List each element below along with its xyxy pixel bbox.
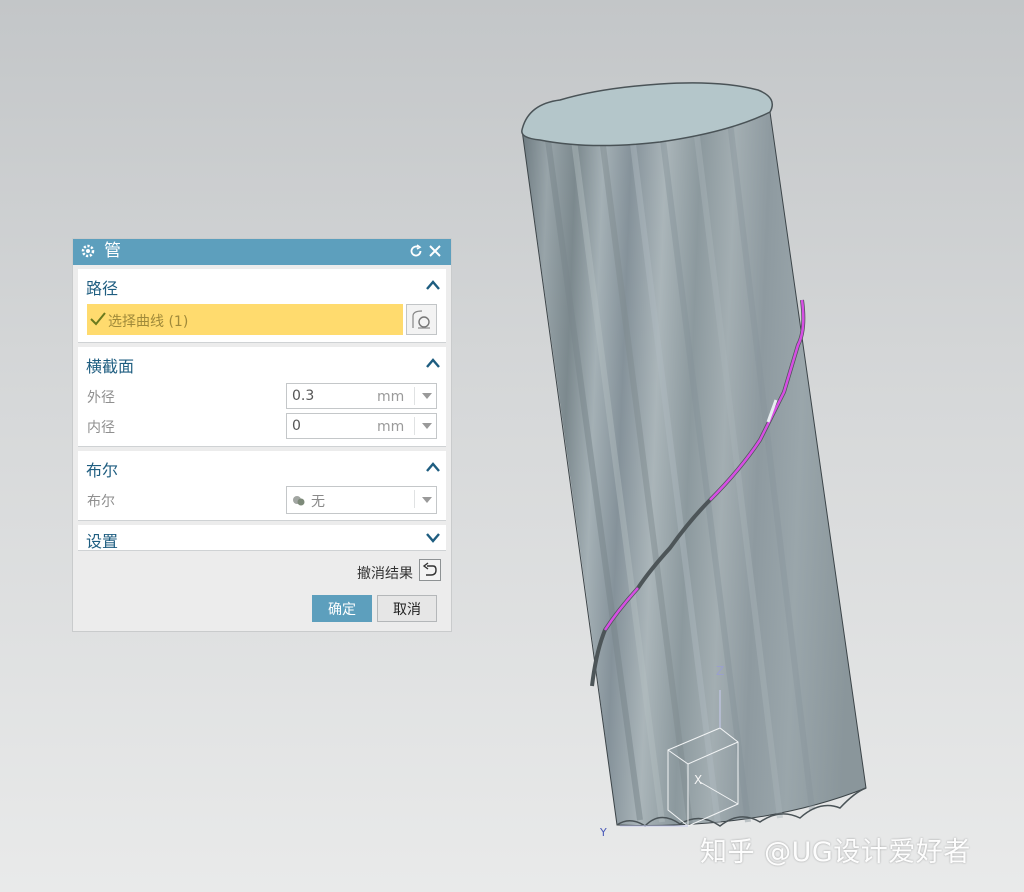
boolean-group: 布尔 布尔 无 [78, 451, 446, 521]
boolean-group-header[interactable]: 布尔 [86, 457, 118, 481]
select-curve-field[interactable]: 选择曲线 (1) [87, 304, 403, 335]
settings-group[interactable]: 设置 [78, 525, 446, 551]
settings-group-header[interactable]: 设置 [86, 528, 118, 552]
chevron-down-icon[interactable] [426, 532, 440, 544]
field-separator [414, 417, 415, 435]
curve-select-icon [412, 310, 430, 329]
tube-dialog: 管 路径 选择曲线 (1) 横截面 外径 0.3 mm 内径 0 mm 布尔 布… [72, 238, 452, 632]
undo-result-label: 撤消结果 [357, 566, 413, 582]
triad-z-label: Z [716, 664, 724, 678]
boolean-selected-value: 无 [311, 494, 325, 510]
inner-diameter-unit: mm [377, 419, 405, 435]
triad-x-label: X [694, 773, 702, 787]
dialog-title: 管 [104, 241, 121, 261]
boolean-none-icon [293, 496, 305, 506]
cylinder-model[interactable] [521, 82, 867, 827]
field-separator [414, 490, 415, 508]
chevron-up-icon[interactable] [426, 357, 440, 369]
path-group-header[interactable]: 路径 [86, 275, 118, 299]
cancel-button[interactable]: 取消 [377, 595, 437, 622]
boolean-row-label: 布尔 [87, 494, 115, 510]
boolean-select[interactable]: 无 [286, 486, 437, 514]
chevron-up-icon[interactable] [426, 461, 440, 473]
triad-y-label: Y [599, 826, 607, 839]
undo-result-button[interactable] [419, 559, 441, 581]
watermark-text: 知乎 @UG设计爱好者 [700, 837, 971, 868]
close-icon[interactable] [428, 244, 442, 258]
outer-diameter-value[interactable]: 0.3 [292, 388, 314, 404]
curve-select-button[interactable] [406, 304, 437, 335]
gear-icon[interactable] [80, 243, 96, 259]
inner-diameter-value[interactable]: 0 [292, 418, 301, 434]
inner-diameter-field[interactable]: 0 mm [286, 413, 437, 439]
check-icon [90, 312, 106, 326]
outer-diameter-label: 外径 [87, 390, 115, 406]
dropdown-arrow-icon[interactable] [422, 393, 432, 400]
select-curve-label: 选择曲线 (1) [108, 314, 189, 330]
reset-icon[interactable] [409, 244, 423, 258]
chevron-up-icon[interactable] [426, 279, 440, 291]
path-group: 路径 选择曲线 (1) [78, 269, 446, 343]
field-separator [414, 387, 415, 405]
undo-icon [422, 562, 437, 576]
cylinder-body[interactable] [521, 111, 867, 827]
inner-diameter-label: 内径 [87, 420, 115, 436]
dropdown-arrow-icon[interactable] [422, 423, 432, 430]
cross-section-header[interactable]: 横截面 [86, 353, 134, 377]
cross-section-group: 横截面 外径 0.3 mm 内径 0 mm [78, 347, 446, 447]
ok-button[interactable]: 确定 [312, 595, 372, 622]
dropdown-arrow-icon[interactable] [422, 497, 432, 504]
dialog-title-bar[interactable]: 管 [73, 239, 451, 265]
outer-diameter-field[interactable]: 0.3 mm [286, 383, 437, 409]
outer-diameter-unit: mm [377, 389, 405, 405]
